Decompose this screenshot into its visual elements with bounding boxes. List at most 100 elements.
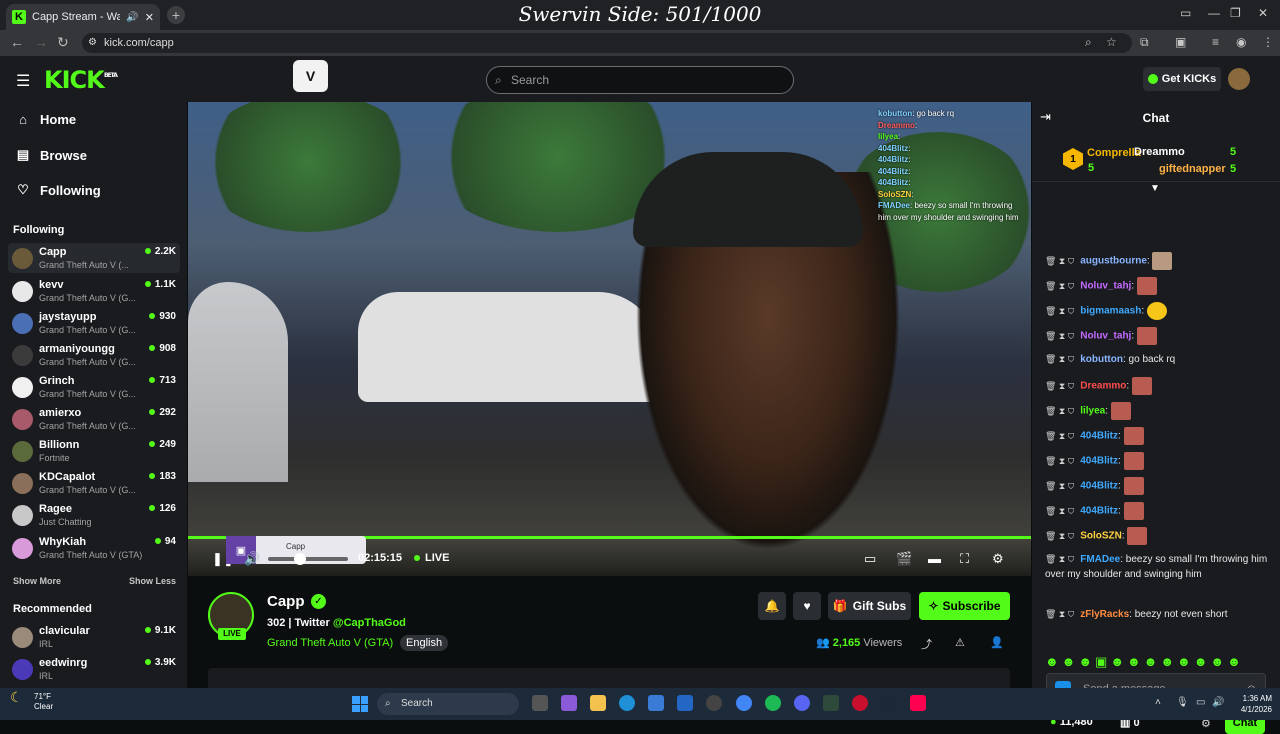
clip-icon[interactable]: 🎬	[896, 551, 912, 567]
following-channel-whykiah[interactable]: WhyKiah Grand Theft Auto V (GTA) 94	[8, 533, 180, 563]
chat-username[interactable]: Dreammo	[1080, 381, 1126, 392]
video-player[interactable]: kobutton: go back rq Dreammo: lilyea: 40…	[188, 102, 1031, 576]
zoom-icon[interactable]: ⌕	[1085, 35, 1092, 50]
mod-actions-icon[interactable]: 🗑 ⧗ ⛉	[1045, 506, 1074, 516]
xbox-icon[interactable]	[823, 695, 839, 711]
back-icon[interactable]: ←	[10, 34, 24, 50]
leader-name[interactable]: Comprella	[1087, 147, 1141, 159]
reading-list-icon[interactable]: ≡	[1212, 35, 1219, 49]
chat-username[interactable]: 404Blitz	[1080, 481, 1118, 492]
microphone-icon[interactable]: 🎙	[1176, 697, 1189, 708]
store-icon[interactable]	[648, 695, 664, 711]
speaker-icon[interactable]: 🔊	[1212, 697, 1224, 708]
browser-tab[interactable]: K Capp Stream - Watch Live o 🔊 ✕	[6, 4, 160, 30]
mod-actions-icon[interactable]: 🗑 ⧗ ⛉	[1045, 306, 1074, 316]
menu-kebab-icon[interactable]: ⋮	[1262, 35, 1274, 49]
chat-username[interactable]: lilyea	[1080, 406, 1105, 417]
volume-slider[interactable]	[268, 553, 348, 565]
following-channel-kdcapalot[interactable]: KDCapalot Grand Theft Auto V (G... 183	[8, 468, 180, 498]
language-tag[interactable]: English	[400, 635, 449, 651]
system-clock[interactable]: 1:36 AM 4/1/2026	[1226, 693, 1272, 715]
chrome-icon[interactable]	[736, 695, 752, 711]
live-indicator[interactable]: LIVE	[414, 552, 449, 564]
mod-actions-icon[interactable]: 🗑 ⧗ ⛉	[1045, 281, 1074, 291]
task-view-icon[interactable]	[532, 695, 548, 711]
windows-start-icon[interactable]	[352, 696, 368, 712]
chat-username[interactable]: augustbourne	[1080, 256, 1147, 267]
overlay-app-icon[interactable]: V	[293, 60, 328, 92]
show-more-link[interactable]: Show More	[13, 576, 61, 586]
hamburger-menu-icon[interactable]: ☰	[16, 71, 30, 91]
bookmark-star-icon[interactable]: ☆	[1106, 35, 1117, 49]
tiktok-icon[interactable]	[910, 695, 926, 711]
mod-actions-icon[interactable]: 🗑 ⧗ ⛉	[1045, 609, 1074, 619]
leader-name[interactable]: Dreammo	[1134, 146, 1185, 158]
twitter-link[interactable]: @CapThaGod	[333, 617, 406, 629]
mod-actions-icon[interactable]: 🗑 ⧗ ⛉	[1045, 531, 1074, 541]
following-channel-billionn[interactable]: Billionn Fortnite 249	[8, 436, 180, 466]
following-channel-grinch[interactable]: Grinch Grand Theft Auto V (G... 713	[8, 372, 180, 402]
maximize-icon[interactable]: ❐	[1230, 6, 1241, 20]
sidebar-item-home[interactable]: ⌂ Home	[16, 112, 76, 127]
mod-actions-icon[interactable]: 🗑 ⧗ ⛉	[1045, 431, 1074, 441]
volume-slider-thumb[interactable]	[294, 553, 306, 565]
cast-icon[interactable]: ▣	[1175, 35, 1186, 49]
settings-gear-icon[interactable]: ⚙	[992, 551, 1004, 567]
chat-username[interactable]: 404Blitz	[1080, 506, 1118, 517]
report-warning-icon[interactable]: ⚠	[955, 636, 965, 649]
category-link[interactable]: Grand Theft Auto V (GTA)	[267, 637, 393, 649]
mod-actions-icon[interactable]: 🗑 ⧗ ⛉	[1045, 354, 1074, 364]
tray-chevron-icon[interactable]: ˄	[1155, 697, 1161, 708]
gift-subs-button[interactable]: 🎁 Gift Subs	[828, 592, 911, 620]
following-channel-kevv[interactable]: kevv Grand Theft Auto V (G... 1.1K	[8, 276, 180, 306]
sidebar-item-following[interactable]: ♡ Following	[16, 182, 100, 198]
mod-actions-icon[interactable]: 🗑 ⧗ ⛉	[1045, 331, 1074, 341]
close-tab-icon[interactable]: ✕	[145, 11, 154, 24]
chat-username[interactable]: 404Blitz	[1080, 431, 1118, 442]
mod-actions-icon[interactable]: 🗑 ⧗ ⛉	[1045, 381, 1074, 391]
get-kicks-button[interactable]: Get KICKs	[1143, 67, 1221, 91]
minimize-icon[interactable]: —	[1208, 6, 1220, 20]
chat-username[interactable]: zFlyRacks	[1080, 609, 1129, 620]
chat-username[interactable]: FMADee	[1080, 554, 1120, 565]
recommended-channel-eedwinrg[interactable]: eedwinrg IRL 3.9K	[8, 654, 180, 684]
opera-icon[interactable]	[852, 695, 868, 711]
chat-username[interactable]: bigmamaash	[1080, 306, 1141, 317]
following-channel-ragee[interactable]: Ragee Just Chatting 126	[8, 500, 180, 530]
following-channel-capp[interactable]: Capp Grand Theft Auto V (... 2.2K	[8, 243, 180, 273]
edge-icon[interactable]	[619, 695, 635, 711]
mod-actions-icon[interactable]: 🗑 ⧗ ⛉	[1045, 456, 1074, 466]
chat-username[interactable]: Noluv_tahj	[1080, 331, 1131, 342]
file-explorer-icon[interactable]	[590, 695, 606, 711]
reload-icon[interactable]: ↻	[57, 34, 69, 51]
chat-username[interactable]: kobutton	[1080, 354, 1123, 365]
add-friend-icon[interactable]: 👤	[990, 636, 1004, 649]
chat-username[interactable]: Noluv_tahj	[1080, 281, 1131, 292]
mod-actions-icon[interactable]: 🗑 ⧗ ⛉	[1045, 554, 1074, 564]
extensions-icon[interactable]: ⧉	[1140, 35, 1149, 50]
network-icon[interactable]: ▭	[1196, 697, 1205, 708]
notifications-bell-button[interactable]: 🔔	[758, 592, 786, 620]
steam-icon[interactable]	[881, 695, 897, 711]
following-channel-armaniyoungg[interactable]: armaniyoungg Grand Theft Auto V (G... 90…	[8, 340, 180, 370]
search-input[interactable]: ⌕ Search	[486, 66, 794, 94]
taskbar-search[interactable]: ⌕ Search	[377, 693, 519, 715]
channel-name[interactable]: Capp	[267, 593, 305, 610]
spotify-icon[interactable]	[765, 695, 781, 711]
theater-mode-icon[interactable]: ▬	[928, 551, 941, 566]
discord-icon[interactable]	[794, 695, 810, 711]
emote-quick-bar[interactable]: ☻☻☻▣☻☻☻☻☻☻☻☻	[1045, 654, 1277, 670]
share-icon[interactable]: ⤴	[921, 636, 932, 652]
mod-actions-icon[interactable]: 🗑 ⧗ ⛉	[1045, 481, 1074, 491]
copilot-icon[interactable]	[561, 695, 577, 711]
follow-button[interactable]: ♥	[793, 592, 821, 620]
obs-icon[interactable]	[706, 695, 722, 711]
tab-search-icon[interactable]: ▭	[1180, 6, 1191, 20]
user-avatar[interactable]	[1228, 68, 1250, 90]
volume-icon[interactable]: 🔊	[244, 551, 260, 567]
show-less-link[interactable]: Show Less	[129, 576, 176, 586]
leader-name[interactable]: giftednapper	[1159, 163, 1226, 175]
miniplayer-icon[interactable]: ▭	[864, 551, 876, 567]
fullscreen-icon[interactable]: ⛶	[960, 551, 969, 567]
profile-icon[interactable]: ◉	[1236, 35, 1246, 49]
